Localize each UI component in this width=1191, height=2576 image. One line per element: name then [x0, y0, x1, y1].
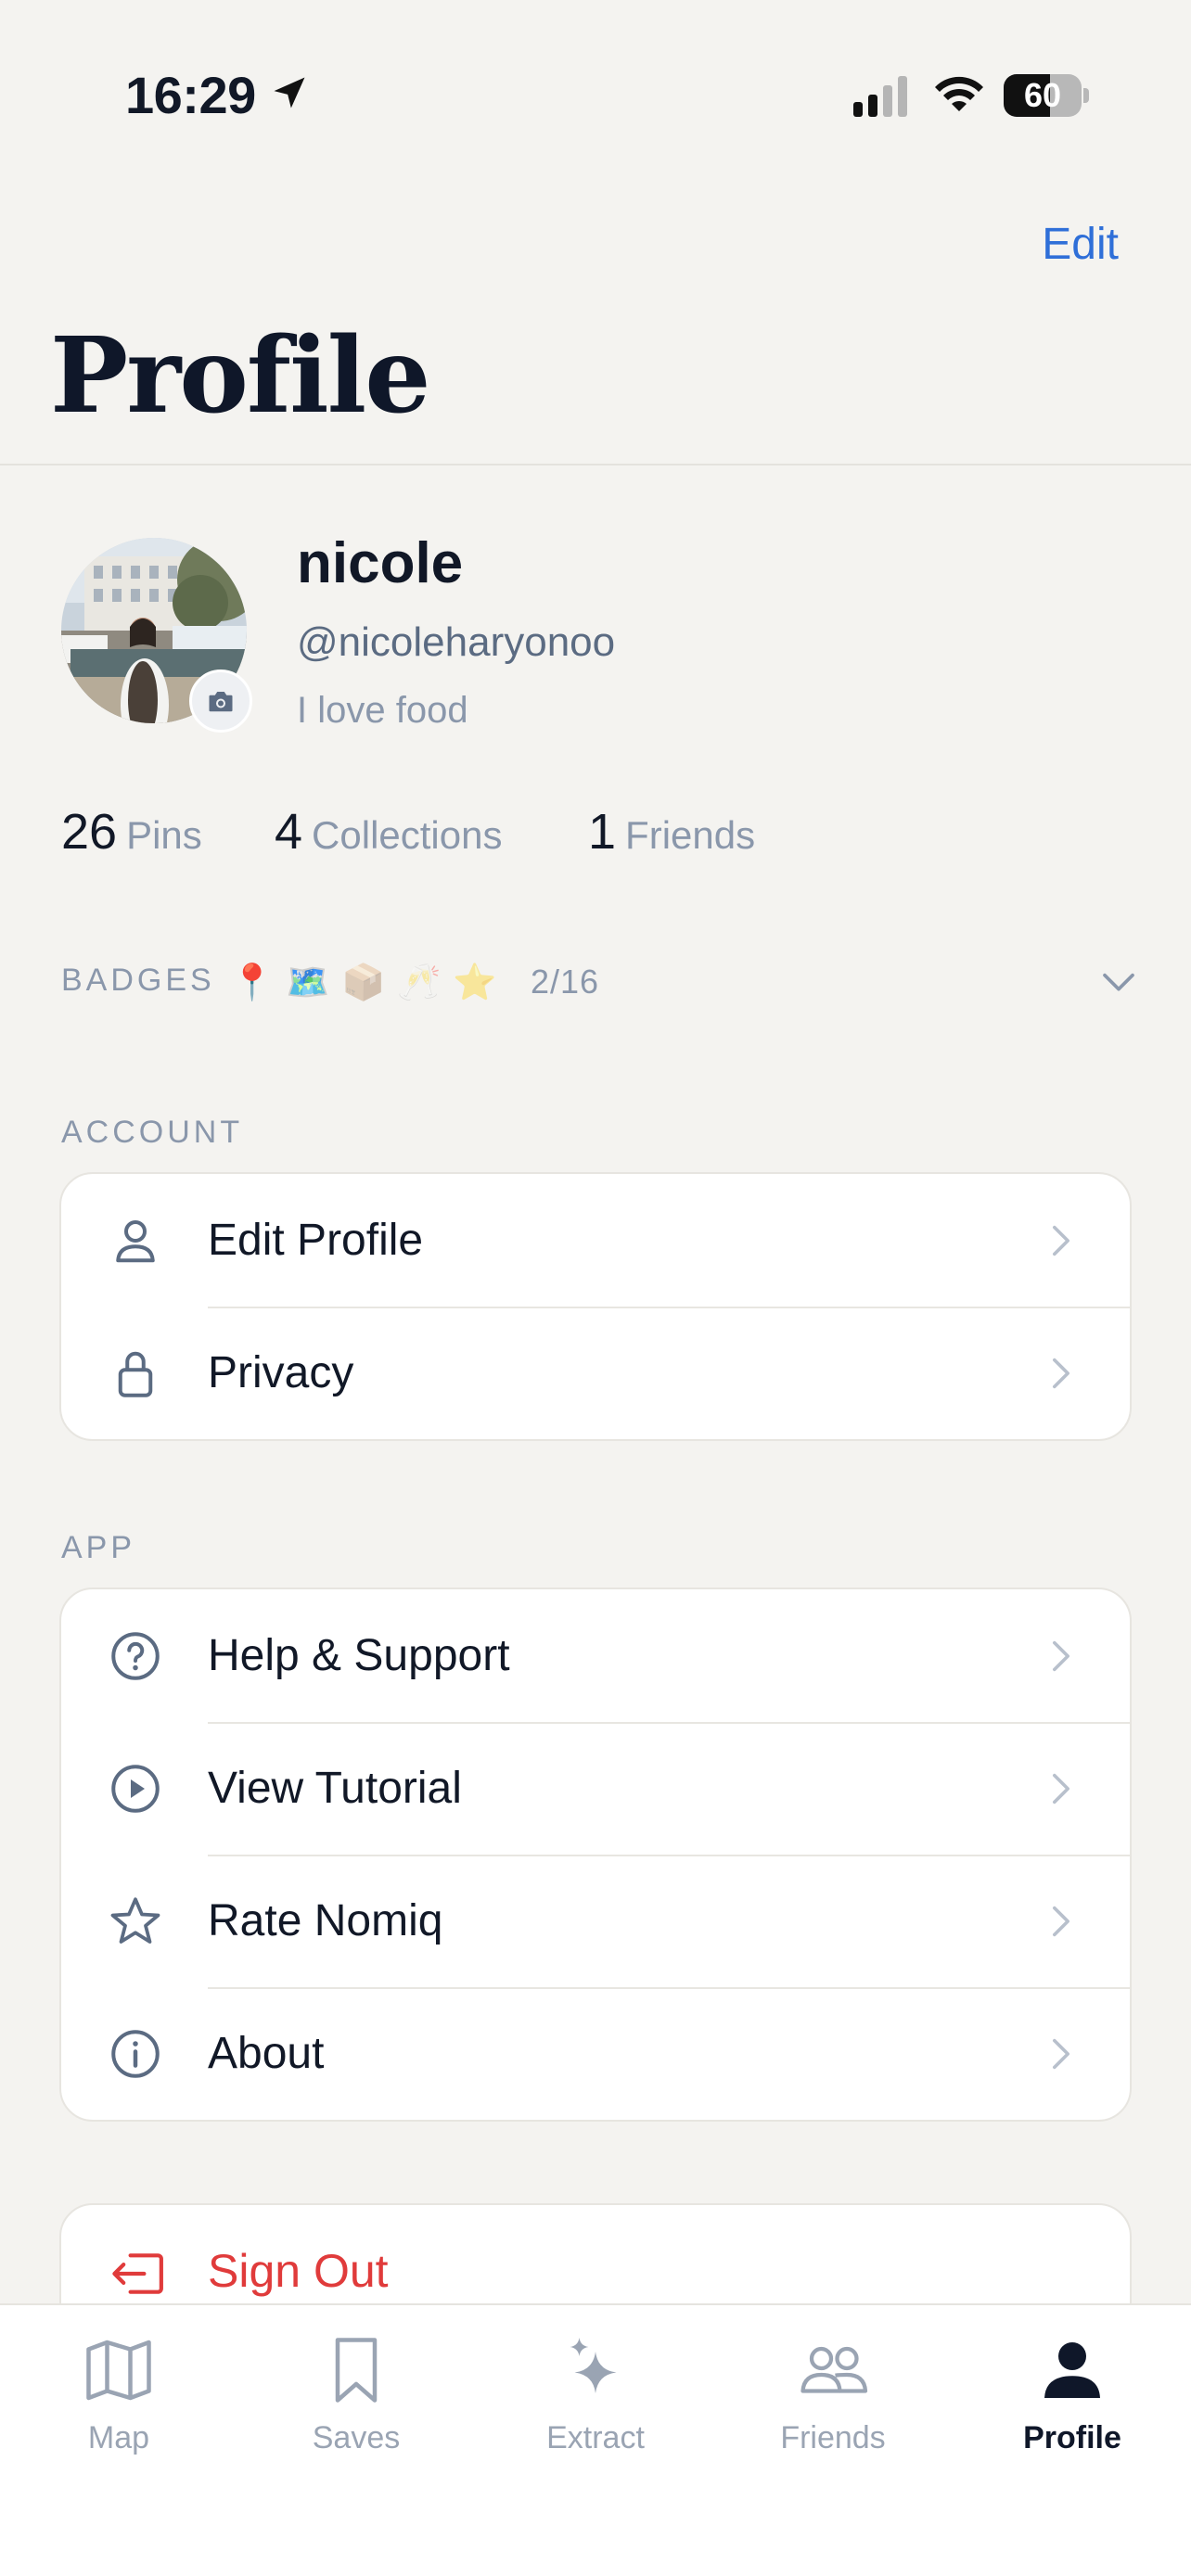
- person-icon: [116, 1220, 155, 1263]
- menu-item-label: Rate Nomiq: [208, 1896, 443, 1945]
- chevron-right-icon: [1053, 1640, 1069, 1672]
- chevron-right-icon: [1053, 1906, 1069, 1937]
- app-card: Help & Support View Tutorial Rate Nomiq …: [59, 1588, 1132, 2122]
- edit-button[interactable]: Edit: [1042, 219, 1119, 270]
- chevron-right-icon: [1053, 1358, 1069, 1389]
- profile-bio: I love food: [297, 690, 468, 731]
- badge-count: 2/16: [531, 963, 600, 1001]
- page-title: Profile: [50, 315, 430, 437]
- status-bar: 16:29 60: [0, 0, 1191, 139]
- profile-handle: @nicoleharyonoo: [297, 619, 616, 665]
- menu-item-view-tutorial[interactable]: View Tutorial: [61, 1722, 1130, 1855]
- map-icon: [86, 2340, 151, 2401]
- menu-item-label: About: [208, 2029, 325, 2078]
- camera-icon: [209, 692, 233, 712]
- status-time: 16:29: [125, 66, 256, 124]
- tab-map[interactable]: Map: [0, 2333, 237, 2463]
- friends-icon: [800, 2346, 868, 2393]
- wifi-icon: [935, 76, 983, 111]
- star-icon: [110, 1897, 160, 1944]
- chevron-right-icon: [1053, 1773, 1069, 1804]
- divider: [0, 464, 1191, 465]
- badges-label: BADGES: [61, 963, 215, 998]
- menu-item-label: Privacy: [208, 1348, 354, 1397]
- bookmark-icon: [335, 2338, 378, 2403]
- box-badge-icon: 📦: [341, 963, 386, 1002]
- tab-friends[interactable]: Friends: [714, 2333, 952, 2463]
- menu-item-label: Help & Support: [208, 1631, 510, 1680]
- info-circle-icon: [111, 2030, 160, 2078]
- map-badge-icon: 🗺️: [286, 963, 330, 1002]
- star-badge-icon: ⭐: [453, 963, 497, 1002]
- badge-icons: 📍 🗺️ 📦 🥂 ⭐: [230, 955, 497, 1011]
- tab-profile[interactable]: Profile: [954, 2333, 1191, 2463]
- tab-saves[interactable]: Saves: [237, 2333, 475, 2463]
- menu-item-rate-nomiq[interactable]: Rate Nomiq: [61, 1855, 1130, 1987]
- menu-item-about[interactable]: About: [61, 1987, 1130, 2120]
- menu-item-privacy[interactable]: Privacy: [61, 1307, 1130, 1439]
- pin-badge-icon: 📍: [230, 963, 275, 1002]
- tab-bar: Map Saves Extract Friends Profile: [0, 2303, 1191, 2576]
- stat-friends[interactable]: 1 Friends: [588, 803, 755, 861]
- badges-row[interactable]: BADGES 📍 🗺️ 📦 🥂 ⭐ 2/16: [61, 955, 1137, 1011]
- play-circle-icon: [111, 1765, 160, 1813]
- lock-icon: [118, 1351, 153, 1397]
- menu-item-label: Edit Profile: [208, 1216, 424, 1265]
- location-arrow-icon: [274, 77, 305, 108]
- profile-name: nicole: [297, 531, 464, 595]
- account-card: Edit Profile Privacy: [59, 1172, 1132, 1441]
- battery-indicator: 60: [1004, 74, 1089, 117]
- stat-collections[interactable]: 4 Collections: [275, 803, 502, 861]
- sign-out-icon: [112, 2253, 163, 2294]
- sparkles-icon: [570, 2338, 617, 2393]
- section-label-account: ACCOUNT: [61, 1115, 244, 1150]
- cellular-signal-icon: [853, 76, 907, 117]
- menu-item-help-support[interactable]: Help & Support: [61, 1589, 1130, 1722]
- question-circle-icon: [111, 1632, 160, 1680]
- menu-item-label: View Tutorial: [208, 1764, 462, 1813]
- sign-out-label: Sign Out: [208, 2245, 389, 2297]
- tab-extract[interactable]: Extract: [477, 2333, 714, 2463]
- chevron-down-icon: [1103, 973, 1134, 991]
- chevron-right-icon: [1053, 1225, 1069, 1256]
- profile-icon: [1044, 2342, 1100, 2398]
- stat-pins[interactable]: 26 Pins: [61, 803, 202, 861]
- chevron-right-icon: [1053, 2038, 1069, 2070]
- change-photo-button[interactable]: [189, 670, 252, 733]
- menu-item-edit-profile[interactable]: Edit Profile: [61, 1174, 1130, 1307]
- section-label-app: APP: [61, 1530, 136, 1565]
- cheers-badge-icon: 🥂: [397, 963, 442, 1002]
